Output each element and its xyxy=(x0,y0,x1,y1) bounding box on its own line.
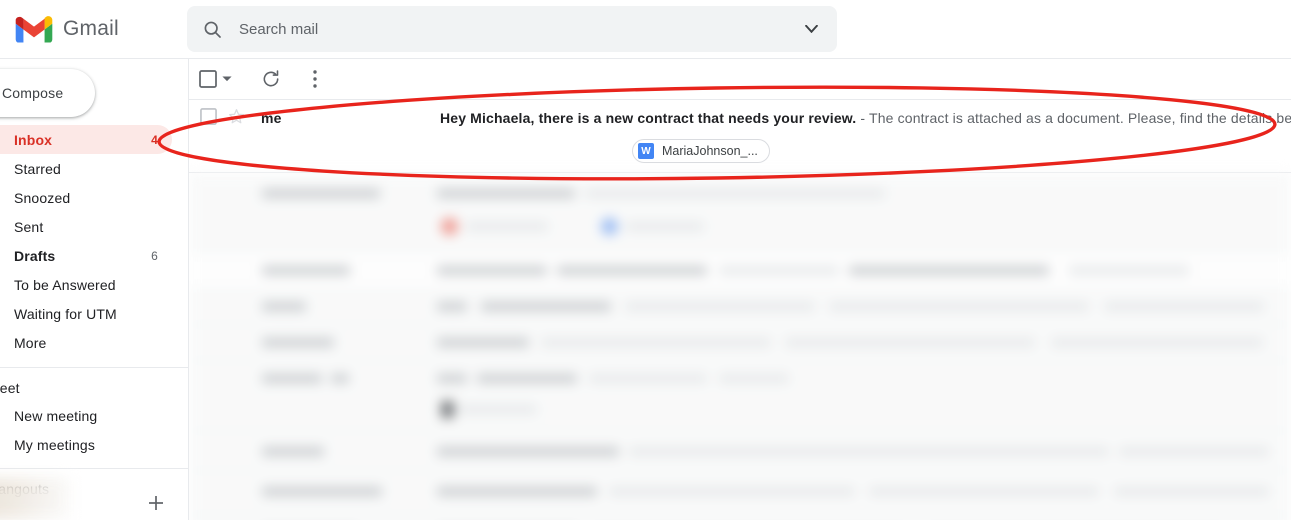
sidebar-item-label: New meeting xyxy=(14,407,98,424)
sidebar-item-my-meetings[interactable]: My meetings xyxy=(0,430,172,459)
sidebar-item-more[interactable]: More xyxy=(0,328,172,357)
sidebar-item-label: Sent xyxy=(14,218,44,235)
top-bar: Gmail xyxy=(0,0,1291,58)
sidebar-nav-list: Inbox 4 Starred Snoozed Sent Drafts 6 To… xyxy=(0,125,188,502)
compose-button-label: Compose xyxy=(2,85,64,101)
table-row[interactable] xyxy=(189,471,1291,515)
sidebar-item-drafts[interactable]: Drafts 6 xyxy=(0,241,172,270)
attachment-chip[interactable]: W MariaJohnson_... xyxy=(632,139,770,163)
sidebar-item-label: Waiting for UTM xyxy=(14,305,117,322)
more-vertical-icon[interactable] xyxy=(305,67,325,91)
sidebar-item-starred[interactable]: Starred xyxy=(0,154,172,183)
sidebar-divider-2 xyxy=(0,468,188,469)
sidebar-item-label: To be Answered xyxy=(14,276,116,293)
avatar xyxy=(0,478,70,520)
table-row[interactable] xyxy=(189,431,1291,471)
sidebar-item-label: Starred xyxy=(14,160,61,177)
sidebar-meet-items: New meeting My meetings xyxy=(0,401,188,459)
sidebar-item-count: 6 xyxy=(151,248,158,263)
plus-icon[interactable] xyxy=(145,492,167,514)
email-subject: Hey Michaela, there is a new contract th… xyxy=(440,110,857,126)
blurred-email-rows xyxy=(189,173,1291,520)
table-row[interactable] xyxy=(189,325,1291,361)
table-row[interactable] xyxy=(189,173,1291,253)
email-row-focused[interactable]: me Hey Michaela, there is a new contract… xyxy=(189,100,1291,172)
table-row[interactable] xyxy=(189,289,1291,325)
sidebar-item-waiting-for-utm[interactable]: Waiting for UTM xyxy=(0,299,172,328)
email-attachments: W MariaJohnson_... xyxy=(632,136,770,166)
gmail-m-logo-icon xyxy=(15,16,53,43)
sidebar-item-label: Snoozed xyxy=(14,189,71,206)
star-outline-icon[interactable] xyxy=(227,107,249,129)
table-row[interactable] xyxy=(189,253,1291,289)
hangouts-panel xyxy=(0,476,188,520)
sidebar-item-new-meeting[interactable]: New meeting xyxy=(0,401,172,430)
email-row-main-line: me Hey Michaela, there is a new contract… xyxy=(189,100,1291,136)
sidebar-item-label: More xyxy=(14,334,47,351)
sidebar-item-inbox[interactable]: Inbox 4 xyxy=(0,125,172,154)
sidebar: Compose Inbox 4 Starred Snoozed Sent Dra… xyxy=(0,59,189,520)
word-document-icon: W xyxy=(638,143,654,159)
email-snippet: The contract is attached as a document. … xyxy=(869,110,1291,126)
sidebar-item-count: 4 xyxy=(151,132,158,147)
select-all-chevron-down-icon[interactable] xyxy=(219,68,235,90)
sidebar-item-label: Drafts xyxy=(14,247,56,264)
search-input[interactable] xyxy=(239,20,791,38)
sidebar-item-sent[interactable]: Sent xyxy=(0,212,172,241)
email-sender: me xyxy=(261,110,282,126)
mail-list-toolbar xyxy=(189,59,1291,99)
sidebar-item-label: Inbox xyxy=(14,131,53,148)
sidebar-item-snoozed[interactable]: Snoozed xyxy=(0,183,172,212)
select-all-checkbox[interactable] xyxy=(197,68,219,90)
table-row[interactable] xyxy=(189,361,1291,431)
gmail-app-window: Gmail Compose xyxy=(0,0,1291,520)
email-row-checkbox[interactable] xyxy=(200,108,220,128)
sidebar-divider-1 xyxy=(0,367,188,368)
search-icon xyxy=(200,17,224,41)
email-separator: - xyxy=(860,110,866,126)
gmail-brand-name: Gmail xyxy=(63,17,119,40)
refresh-icon[interactable] xyxy=(259,67,283,91)
attachment-filename: MariaJohnson_... xyxy=(662,144,758,158)
sidebar-item-to-be-answered[interactable]: To be Answered xyxy=(0,270,172,299)
sidebar-section-meet: Meet xyxy=(0,380,20,396)
search-options-chevron-down-icon[interactable] xyxy=(791,9,831,49)
gmail-brand[interactable]: Gmail xyxy=(14,9,119,49)
table-row[interactable] xyxy=(189,515,1291,520)
mail-list-area: me Hey Michaela, there is a new contract… xyxy=(189,59,1291,520)
compose-button[interactable]: Compose xyxy=(0,69,95,117)
email-subject-and-snippet: Hey Michaela, there is a new contract th… xyxy=(440,110,1291,126)
search-bar[interactable] xyxy=(187,6,837,52)
sidebar-item-label: My meetings xyxy=(14,436,96,453)
